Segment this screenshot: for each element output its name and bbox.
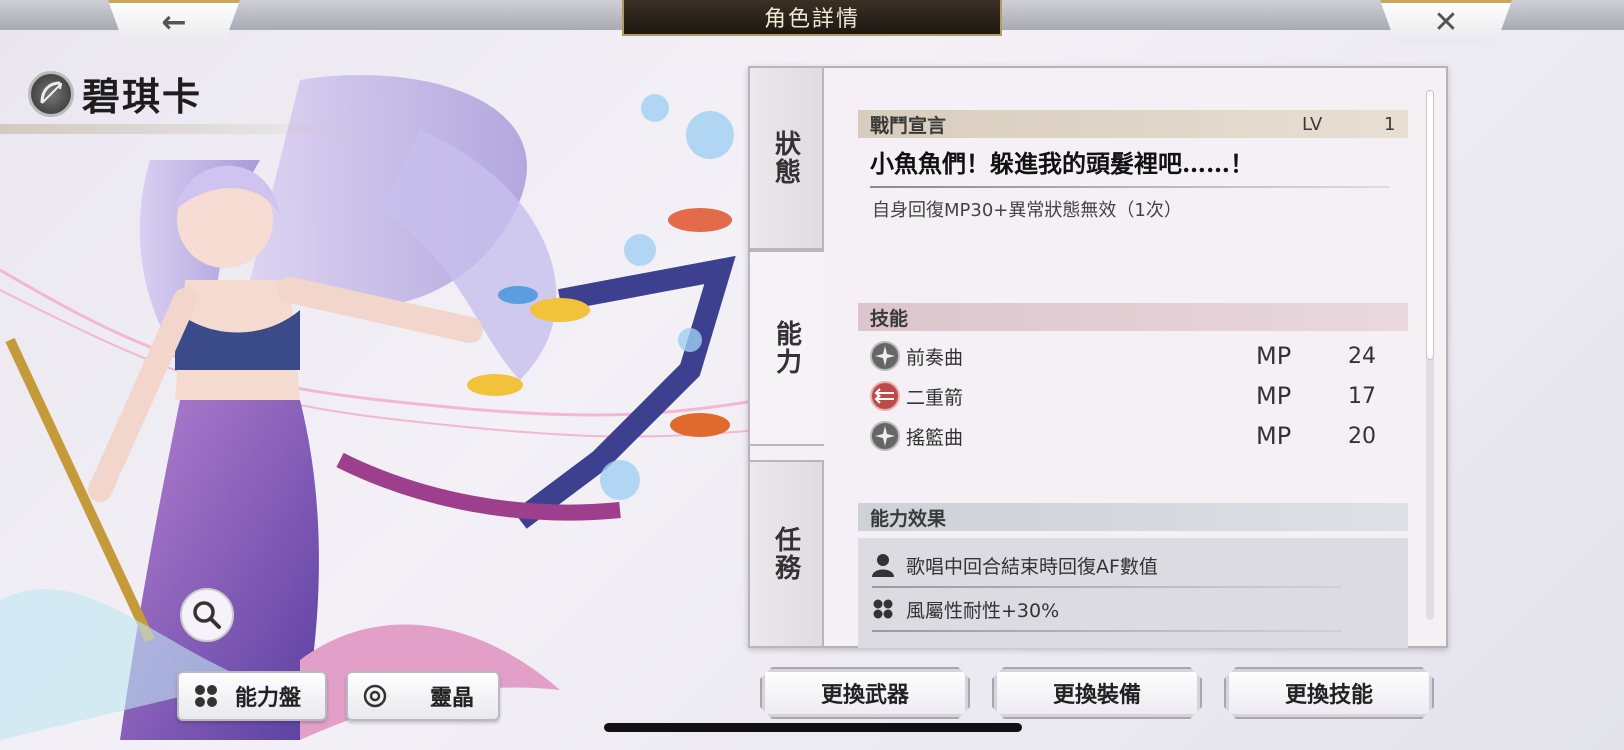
person-icon [872,554,894,577]
effect-text: 歌唱中回合結束時回復AF數值 [906,555,1158,578]
close-icon: ✕ [1433,4,1459,40]
scrollbar[interactable] [1426,90,1434,620]
ability-effects-header: 能力效果 [858,503,1408,531]
skill-row[interactable]: 二重箭 MP 17 [870,378,1390,414]
magnifier-icon [193,601,221,629]
bow-icon [28,70,74,117]
effect-item: 風屬性耐性+30% [872,592,1362,626]
page-title: 角色詳情 [622,0,1002,36]
tab-status-label: 狀態 [770,130,801,186]
divider [872,586,1342,588]
character-artwork [0,75,760,740]
skill-mp-value: 24 [1348,343,1376,369]
tab-ability-label: 能力 [771,320,802,376]
effect-item: 歌唱中回合結束時回復AF數值 [872,548,1362,582]
change-weapon-button[interactable]: 更換武器 [760,667,970,719]
skill-mp-value: 17 [1348,383,1376,409]
compass-star-icon [870,421,900,451]
ability-effects-list: 歌唱中回合結束時回復AF數值 風屬性耐性+30% [858,538,1408,648]
character-name-area: 碧琪卡 [28,66,202,121]
battle-cry-lv-value: 1 [1384,113,1396,135]
tab-quest[interactable]: 任務 [748,460,824,648]
skill-mp-value: 20 [1348,423,1376,449]
skills-header: 技能 [858,303,1408,331]
gear-ring-icon [363,684,387,708]
ability-board-button[interactable]: 能力盤 [177,671,327,721]
compass-star-icon [870,341,900,371]
tab-ability[interactable]: 能力 [748,250,824,446]
character-name: 碧琪卡 [82,74,203,119]
battle-cry-quote: 小魚魚們！躲進我的頭髮裡吧……！ [870,149,1254,178]
spirit-crystal-label: 靈晶 [430,686,475,711]
skill-mp-label: MP [1256,382,1292,410]
divider [872,630,1342,632]
change-equipment-button[interactable]: 更換裝備 [992,667,1202,719]
battle-cry-header: 戰鬥宣言 [858,110,1408,138]
scroll-thumb[interactable] [1426,90,1434,360]
effect-text: 風屬性耐性+30% [906,599,1060,622]
name-underline [0,124,370,134]
tab-status[interactable]: 狀態 [748,66,824,250]
skill-row[interactable]: 搖籃曲 MP 20 [870,418,1390,454]
close-button[interactable]: ✕ [1380,0,1512,44]
double-arrow-icon [870,381,900,411]
back-arrow-icon: ← [161,4,187,40]
divider [870,186,1390,188]
skill-row[interactable]: 前奏曲 MP 24 [870,338,1390,374]
battle-cry-lv-label: LV [1302,113,1323,135]
skill-name: 前奏曲 [906,346,964,369]
skill-name: 搖籃曲 [906,426,964,449]
change-skill-button[interactable]: 更換技能 [1224,667,1434,719]
battle-cry-description: 自身回復MP30+異常狀態無效（1次） [872,200,1182,221]
back-button[interactable]: ← [108,0,240,44]
ability-board-label: 能力盤 [235,686,302,711]
skill-name: 二重箭 [906,386,964,409]
tab-quest-label: 任務 [770,526,801,582]
grid-dots-icon [873,599,893,619]
skill-mp-label: MP [1256,422,1292,450]
grid-dots-icon [195,685,217,707]
ability-content: 戰鬥宣言 LV 1 小魚魚們！躲進我的頭髮裡吧……！ 自身回復MP30+異常狀態… [858,66,1408,648]
zoom-button[interactable] [180,588,234,642]
spirit-crystal-button[interactable]: 靈晶 [346,671,500,721]
skill-mp-label: MP [1256,342,1292,370]
home-indicator[interactable] [604,723,1022,732]
